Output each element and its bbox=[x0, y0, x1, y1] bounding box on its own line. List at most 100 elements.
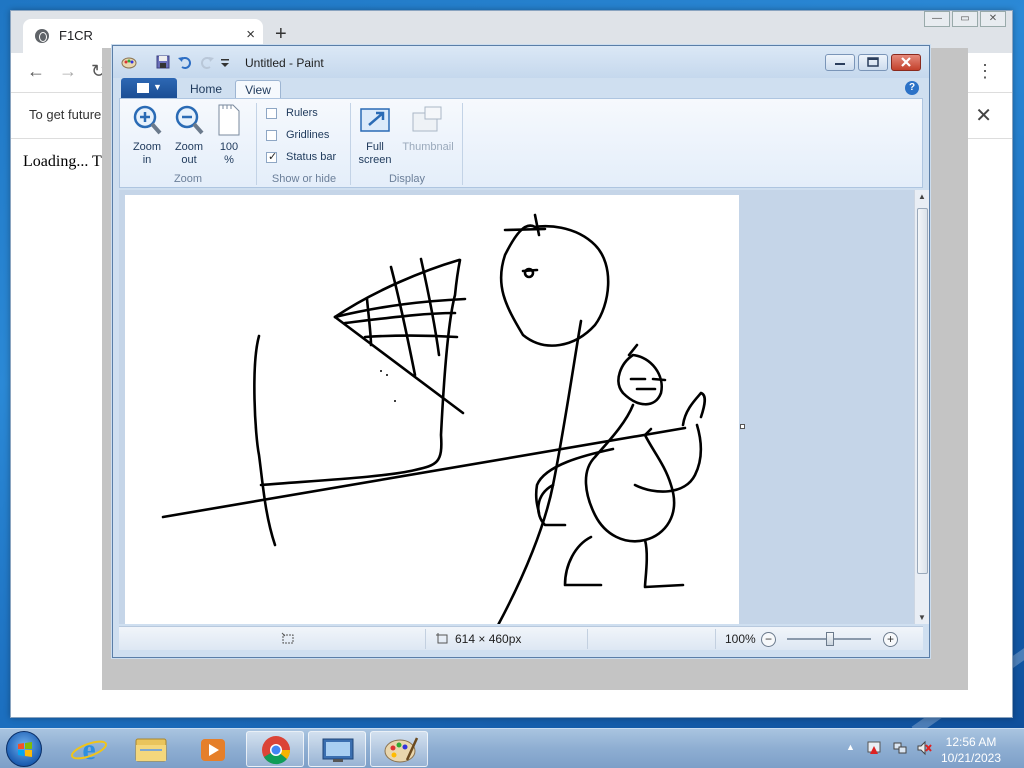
paint-menu-button[interactable]: ▼ bbox=[121, 78, 177, 98]
customize-quick-access-icon[interactable] bbox=[219, 54, 231, 70]
thumbnail-label: Thumbnail bbox=[402, 141, 454, 153]
group-separator bbox=[256, 103, 257, 185]
ribbon-tabs: ▼ Home View ? bbox=[119, 78, 923, 100]
gridlines-checkbox-box[interactable] bbox=[266, 130, 277, 141]
zoom-out-label-2: out bbox=[181, 154, 197, 166]
full-screen-label-1: Full bbox=[366, 141, 384, 153]
zoom-out-icon bbox=[175, 105, 204, 135]
status-bar-label: Status bar bbox=[286, 151, 337, 163]
zoom-100-label-1: 100 bbox=[219, 141, 239, 153]
show-hidden-icons[interactable]: ▲ bbox=[846, 742, 855, 752]
forward-arrow-icon[interactable]: → bbox=[59, 61, 77, 82]
group-separator bbox=[462, 103, 463, 185]
status-separator bbox=[425, 629, 426, 649]
zoom-in-small-button[interactable]: + bbox=[883, 632, 898, 647]
scroll-up-icon[interactable]: ▲ bbox=[918, 192, 926, 201]
restore-icon bbox=[867, 57, 879, 67]
help-icon[interactable]: ? bbox=[905, 81, 919, 95]
page-icon bbox=[218, 104, 240, 136]
network-computer-icon bbox=[322, 738, 354, 762]
paint-window: Untitled - Paint ▼ Home View ? Zoom in Z… bbox=[112, 45, 930, 658]
zoom-in-label-2: in bbox=[142, 154, 152, 166]
status-separator bbox=[587, 629, 588, 649]
paint-app-icon bbox=[121, 57, 137, 69]
paint-menu-icon bbox=[137, 83, 149, 93]
vertical-scrollbar[interactable]: ▲ ▼ bbox=[914, 190, 929, 624]
gridlines-label: Gridlines bbox=[286, 129, 330, 141]
chevron-down-icon: ▼ bbox=[153, 82, 162, 92]
zoom-100-label-2: % bbox=[224, 154, 234, 166]
chrome-icon bbox=[262, 736, 291, 765]
taskbar-chrome[interactable] bbox=[246, 731, 304, 767]
zoom-level: 100% bbox=[725, 632, 756, 646]
start-button[interactable] bbox=[6, 731, 42, 767]
canvas-resize-handle[interactable] bbox=[740, 424, 745, 429]
ribbon-view: Zoom in Zoom out 100 % Zoom Rulers Gridl… bbox=[119, 98, 923, 188]
taskbar-internet-explorer[interactable]: e bbox=[60, 731, 118, 767]
scrollbar-thumb[interactable] bbox=[917, 208, 928, 574]
rulers-checkbox-box[interactable] bbox=[266, 108, 277, 119]
browser-menu-icon[interactable]: ⋮ bbox=[976, 61, 994, 82]
internet-explorer-icon: e bbox=[70, 733, 108, 766]
volume-muted-icon[interactable] bbox=[916, 740, 932, 756]
redo-icon[interactable] bbox=[199, 54, 215, 70]
full-screen-label-2: screen bbox=[358, 154, 392, 166]
zoom-100-button[interactable]: 100 % bbox=[212, 103, 246, 167]
desktop: F1CR × + — ▭ ✕ ← → ↻ ⋮ To get future ✕ L… bbox=[0, 0, 1024, 728]
canvas-size-text: 614 × 460px bbox=[455, 632, 522, 646]
show-hide-group-label: Show or hide bbox=[271, 173, 337, 185]
zoom-out-label-1: Zoom bbox=[174, 141, 204, 153]
drawing-canvas[interactable] bbox=[125, 195, 739, 624]
browser-maximize-button[interactable]: ▭ bbox=[952, 11, 978, 27]
zoom-out-button[interactable]: Zoom out bbox=[170, 103, 208, 167]
thumbnail-button[interactable]: Thumbnail bbox=[398, 103, 458, 154]
taskbar-paint[interactable] bbox=[370, 731, 428, 767]
status-separator bbox=[715, 629, 716, 649]
taskbar-remote-desktop[interactable] bbox=[308, 731, 366, 767]
full-screen-button[interactable]: Full screen bbox=[356, 103, 394, 167]
paint-window-title: Untitled - Paint bbox=[245, 56, 324, 70]
zoom-in-button[interactable]: Zoom in bbox=[128, 103, 166, 167]
browser-minimize-button[interactable]: — bbox=[924, 11, 950, 27]
clock-date: 10/21/2023 bbox=[940, 751, 1002, 765]
browser-window-controls: — ▭ ✕ bbox=[922, 11, 1006, 27]
tab-home[interactable]: Home bbox=[181, 80, 231, 100]
zoom-in-icon bbox=[133, 105, 162, 135]
minimize-icon bbox=[835, 63, 845, 65]
back-arrow-icon[interactable]: ← bbox=[27, 61, 45, 82]
zoom-slider-thumb[interactable] bbox=[826, 632, 834, 646]
infobar-message: To get future bbox=[29, 107, 102, 122]
clock-time: 12:56 AM bbox=[945, 735, 997, 749]
tab-view[interactable]: View bbox=[235, 80, 281, 100]
browser-tab-title: F1CR bbox=[59, 28, 93, 43]
globe-icon bbox=[35, 29, 49, 43]
taskbar-media-player[interactable] bbox=[184, 731, 242, 767]
folder-icon bbox=[135, 738, 167, 762]
svg-text:e: e bbox=[82, 733, 95, 766]
action-center-icon[interactable] bbox=[866, 740, 882, 756]
taskbar-file-explorer[interactable] bbox=[122, 731, 180, 767]
paint-titlebar: Untitled - Paint bbox=[113, 46, 929, 78]
zoom-in-label-1: Zoom bbox=[132, 141, 162, 153]
save-icon[interactable] bbox=[155, 54, 171, 70]
zoom-out-small-button[interactable]: − bbox=[761, 632, 776, 647]
network-icon[interactable] bbox=[892, 740, 908, 756]
canvas-size-icon bbox=[436, 633, 448, 644]
display-group-label: Display bbox=[388, 173, 426, 185]
page-loading-text: Loading... T bbox=[23, 153, 102, 170]
paint-close-button[interactable] bbox=[891, 54, 921, 71]
paint-minimize-button[interactable] bbox=[825, 54, 855, 71]
canvas-workarea bbox=[119, 190, 914, 624]
undo-icon[interactable] bbox=[177, 54, 193, 70]
taskbar-clock[interactable]: 12:56 AM 10/21/2023 bbox=[940, 734, 1002, 766]
tab-close-icon[interactable]: × bbox=[246, 26, 255, 43]
cursor-position-icon bbox=[281, 632, 294, 644]
windows-logo-icon bbox=[18, 742, 32, 757]
infobar-close-icon[interactable]: ✕ bbox=[975, 103, 992, 128]
browser-close-button[interactable]: ✕ bbox=[980, 11, 1006, 27]
status-bar: 614 × 460px 100% − + bbox=[119, 626, 923, 650]
scroll-down-icon[interactable]: ▼ bbox=[918, 613, 926, 622]
new-tab-button[interactable]: + bbox=[275, 23, 287, 46]
paint-maximize-button[interactable] bbox=[858, 54, 888, 71]
status-bar-checkbox-box[interactable] bbox=[266, 150, 277, 163]
